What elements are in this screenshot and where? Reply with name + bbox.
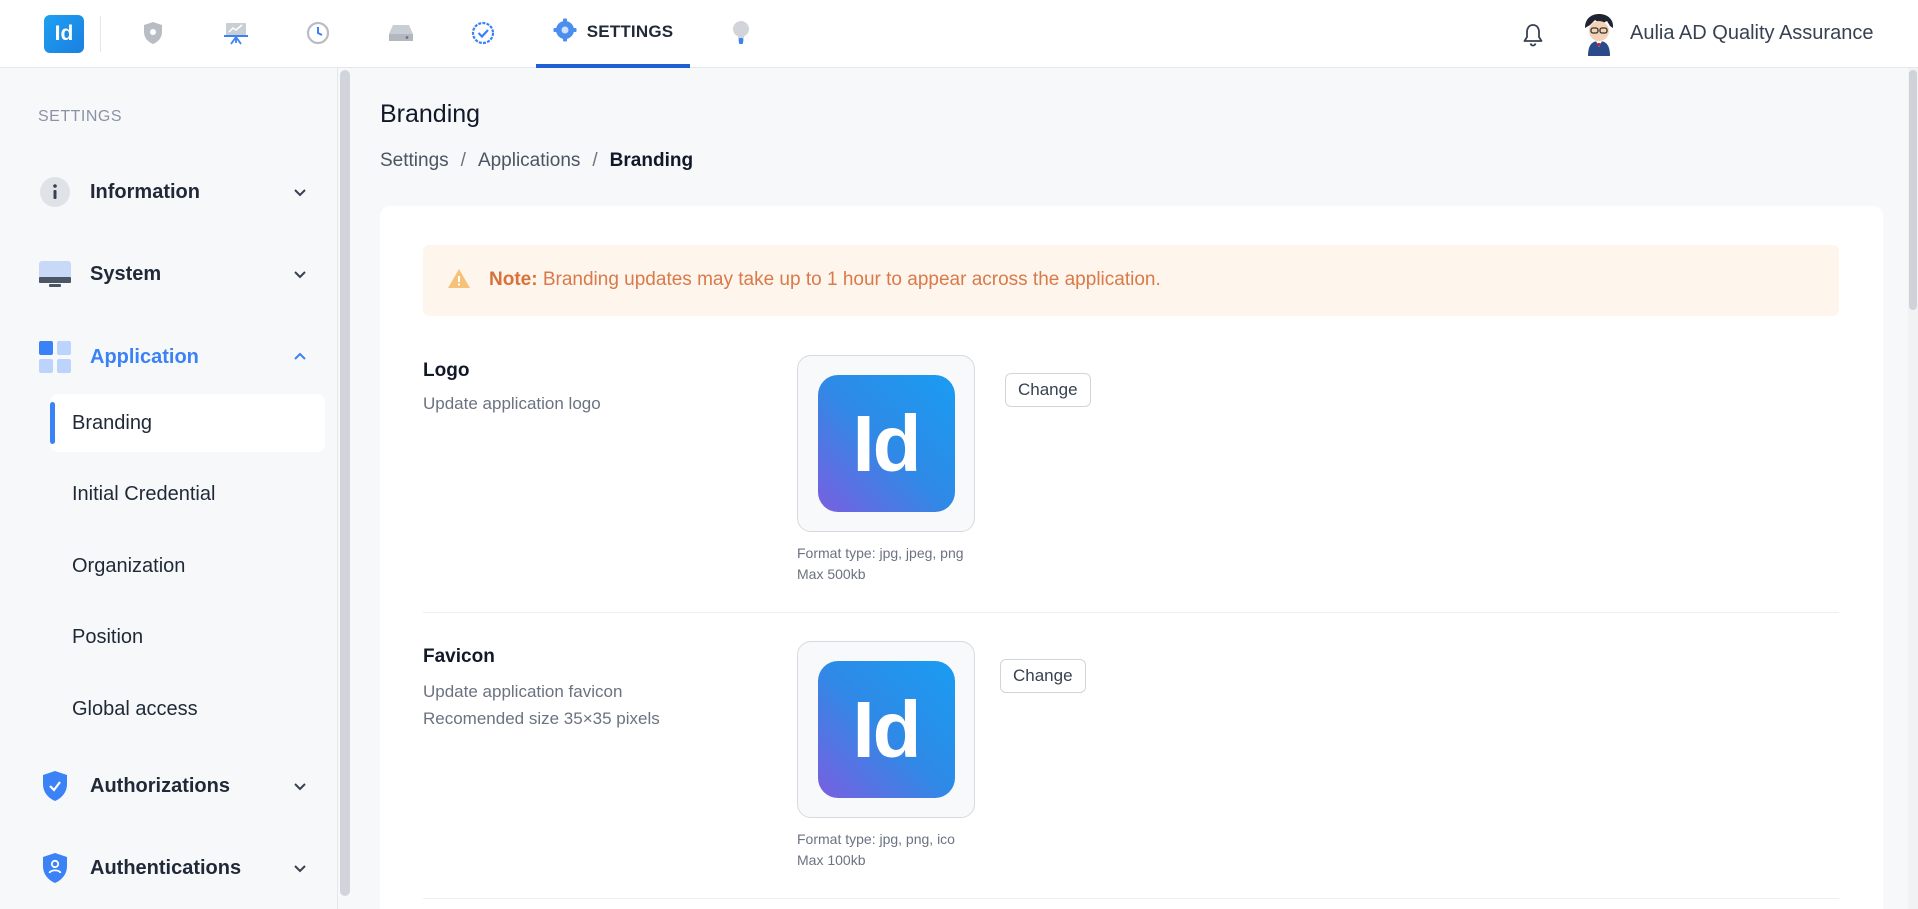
notification-bell-icon[interactable] (1518, 20, 1548, 50)
favicon-format-hint: Format type: jpg, png, ico Max 100kb (797, 829, 955, 871)
logo-section-description: Update application logo (423, 394, 601, 413)
logo-max-size: Max 500kb (797, 566, 866, 582)
sidebar-subitem-position[interactable]: Position (50, 608, 325, 666)
logo-preview: Id (797, 355, 975, 532)
favicon-section-description: Update application favicon Recomended si… (423, 678, 660, 732)
sidebar-subitem-initial-credential[interactable]: Initial Credential (50, 465, 325, 523)
tab-settings[interactable]: SETTINGS (536, 0, 690, 68)
shield-user-icon (38, 851, 72, 885)
favicon-recommendation: Recomended size 35×35 pixels (423, 709, 660, 728)
lightbulb-icon[interactable] (726, 18, 756, 48)
page-title: Branding (380, 100, 481, 128)
breadcrumb-item-settings[interactable]: Settings (380, 150, 449, 172)
monitor-icon (38, 257, 72, 291)
favicon-max-size: Max 100kb (797, 852, 866, 868)
sidebar-item-label: Authorizations (90, 774, 230, 797)
sidebar-item-label: Information (90, 180, 200, 203)
section-divider (423, 612, 1839, 613)
favicon-preview: Id (797, 641, 975, 818)
note-message: Branding updates may take up to 1 hour t… (542, 269, 1161, 290)
sidebar-item-label: Authentications (90, 856, 242, 879)
user-name[interactable]: Aulia AD Quality Assurance (1630, 22, 1873, 45)
sidebar-item-authorizations[interactable]: Authorizations (38, 766, 308, 806)
favicon-format-type: Format type: jpg, png, ico (797, 831, 955, 847)
section-divider (423, 898, 1839, 899)
sidebar-item-application[interactable]: Application (38, 337, 308, 377)
logo-format-hint: Format type: jpg, jpeg, png Max 500kb (797, 543, 964, 585)
breadcrumb-separator: / (592, 150, 598, 171)
sidebar-item-label: Application (90, 345, 199, 368)
breadcrumb-item-branding: Branding (609, 150, 694, 171)
note-label: Note: (489, 269, 538, 290)
chevron-down-icon (294, 271, 306, 279)
warning-icon (448, 269, 470, 288)
logo-section-title: Logo (423, 360, 470, 381)
app-logo[interactable]: Id (44, 15, 84, 53)
note-banner: Note: Branding updates may take up to 1 … (423, 245, 1839, 316)
history-icon[interactable] (303, 18, 333, 48)
grid-icon (38, 340, 72, 374)
shield-check-icon (38, 769, 72, 803)
sidebar-heading: SETTINGS (38, 108, 123, 125)
presentation-icon[interactable] (221, 18, 251, 48)
favicon-description: Update application favicon (423, 682, 623, 701)
settings-gear-icon (553, 18, 577, 47)
chevron-down-icon (294, 783, 306, 791)
verified-badge-icon[interactable] (468, 18, 498, 48)
breadcrumb-item-applications[interactable]: Applications (478, 150, 580, 172)
tab-settings-label: SETTINGS (586, 22, 674, 41)
main-scrollbar-thumb[interactable] (1909, 70, 1917, 310)
shield-icon[interactable] (138, 18, 168, 48)
avatar[interactable] (1580, 12, 1618, 56)
change-logo-button[interactable]: Change (1005, 373, 1091, 407)
sidebar-item-information[interactable]: Information (38, 172, 308, 212)
drive-icon[interactable] (386, 18, 416, 48)
change-favicon-button[interactable]: Change (1000, 659, 1086, 693)
navbar-divider (100, 16, 101, 52)
logo-format-type: Format type: jpg, jpeg, png (797, 545, 964, 561)
chevron-up-icon (294, 352, 306, 360)
favicon-section-title: Favicon (423, 646, 495, 667)
sidebar-subitem-organization[interactable]: Organization (50, 537, 325, 595)
top-navbar: Id SETTINGS Aulia AD Quality Assurance (0, 0, 1918, 68)
breadcrumb-separator: / (460, 150, 466, 171)
info-icon (38, 175, 72, 209)
chevron-down-icon (294, 189, 306, 197)
breadcrumb: Settings / Applications / Branding (380, 150, 693, 172)
sidebar-item-label: System (90, 262, 162, 285)
favicon-image: Id (817, 661, 955, 798)
sidebar-item-system[interactable]: System (38, 254, 308, 294)
logo-image: Id (817, 375, 955, 512)
note-text: Note: Branding updates may take up to 1 … (489, 269, 1161, 291)
sidebar-item-authentications[interactable]: Authentications (38, 848, 308, 888)
sidebar-subitem-global-access[interactable]: Global access (50, 680, 325, 738)
chevron-down-icon (294, 865, 306, 873)
sidebar-scrollbar[interactable] (340, 70, 350, 896)
sidebar-subitem-branding[interactable]: Branding (50, 394, 325, 452)
